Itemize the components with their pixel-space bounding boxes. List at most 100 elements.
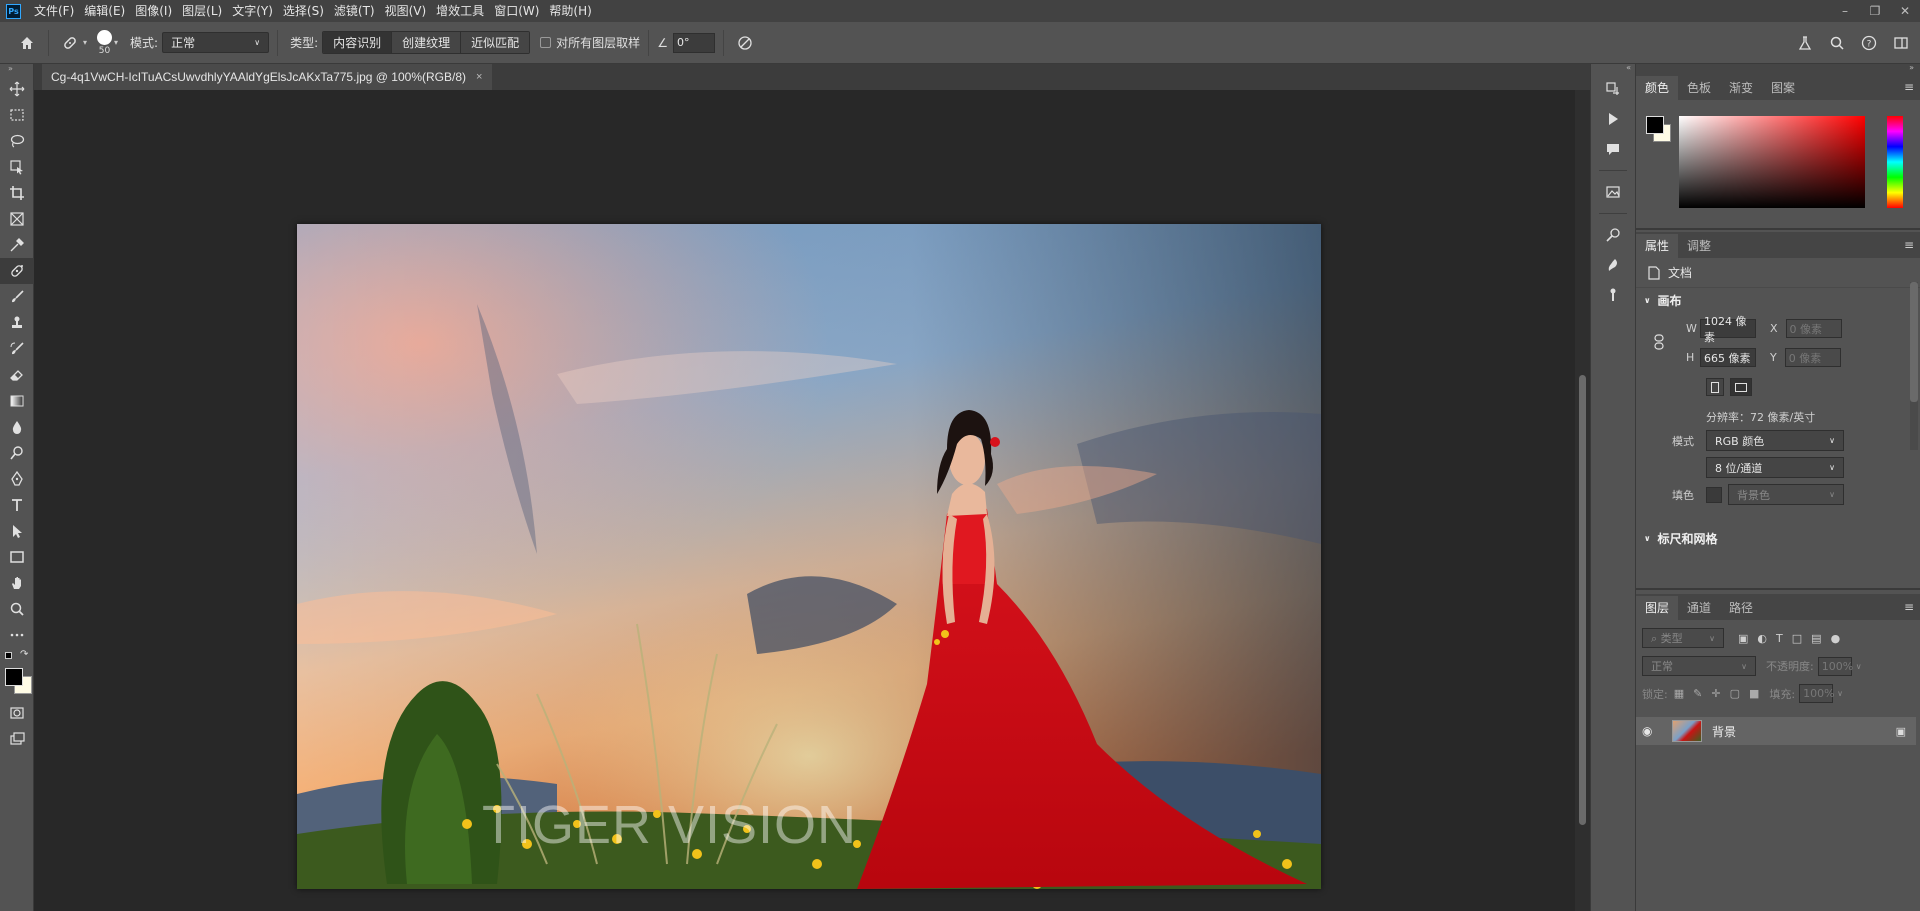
- close-tab-icon[interactable]: ×: [476, 71, 482, 83]
- panel-menu-icon[interactable]: ≡: [1904, 238, 1914, 252]
- lock-all-icon[interactable]: ■: [1749, 687, 1759, 700]
- foreground-color-swatch[interactable]: [5, 668, 23, 686]
- canvas-section-header[interactable]: ∨ 画布: [1636, 288, 1920, 312]
- menu-view[interactable]: 视图(V): [380, 0, 432, 22]
- blur-tool-icon[interactable]: [0, 414, 34, 440]
- libraries-panel-icon[interactable]: [1591, 177, 1635, 207]
- brush-dropdown-icon[interactable]: ▾: [114, 38, 118, 47]
- type-tool-icon[interactable]: [0, 492, 34, 518]
- lock-transparent-icon[interactable]: ▦: [1674, 687, 1684, 700]
- brush-size-picker[interactable]: 50: [97, 29, 113, 56]
- collapse-panels-icon[interactable]: »: [1636, 64, 1920, 74]
- panel-menu-icon[interactable]: ≡: [1904, 80, 1914, 94]
- eraser-tool-icon[interactable]: [0, 362, 34, 388]
- quick-mask-icon[interactable]: [0, 700, 34, 726]
- pressure-size-icon[interactable]: [732, 30, 758, 56]
- clone-stamp-tool-icon[interactable]: [0, 310, 34, 336]
- document-tab[interactable]: Cg-4q1VwCH-IcITuACsUwvdhlyYAAldYgElsJcAK…: [42, 64, 493, 90]
- menu-file[interactable]: 文件(F): [29, 0, 79, 22]
- comments-panel-icon[interactable]: [1591, 134, 1635, 164]
- shape-layer-filter-icon[interactable]: □: [1792, 632, 1802, 645]
- menu-plugins[interactable]: 增效工具: [431, 0, 489, 22]
- scrollbar-thumb[interactable]: [1579, 375, 1586, 825]
- hand-tool-icon[interactable]: [0, 570, 34, 596]
- screen-mode-icon[interactable]: [0, 726, 34, 752]
- actions-panel-icon[interactable]: [1591, 104, 1635, 134]
- more-tools-icon[interactable]: [0, 622, 34, 648]
- document-image[interactable]: TIGER VISION: [297, 224, 1321, 889]
- rectangle-tool-icon[interactable]: [0, 544, 34, 570]
- angle-input[interactable]: 0°: [672, 32, 715, 53]
- type-create-texture-button[interactable]: 创建纹理: [392, 32, 462, 53]
- history-brush-tool-icon[interactable]: [0, 336, 34, 362]
- expand-panels-icon[interactable]: «: [1591, 64, 1635, 74]
- canvas-vertical-scrollbar[interactable]: [1575, 90, 1590, 911]
- fill-select[interactable]: 背景色 ∨: [1728, 484, 1844, 505]
- pixel-layer-filter-icon[interactable]: ▣: [1738, 632, 1748, 645]
- link-dimensions-icon[interactable]: [1654, 334, 1664, 350]
- color-mode-select[interactable]: RGB 颜色 ∨: [1706, 430, 1844, 451]
- tab-gradients[interactable]: 渐变: [1720, 76, 1762, 100]
- lock-artboard-icon[interactable]: ▢: [1730, 687, 1740, 700]
- y-input[interactable]: 0 像素: [1784, 348, 1841, 367]
- lasso-tool-icon[interactable]: [0, 128, 34, 154]
- brushes-panel-icon[interactable]: [1591, 250, 1635, 280]
- layer-row[interactable]: ◉ 背景 ▣: [1636, 717, 1916, 745]
- restore-icon[interactable]: ❐: [1860, 0, 1890, 22]
- height-input[interactable]: 665 像素: [1700, 348, 1756, 367]
- gradient-tool-icon[interactable]: [0, 388, 34, 414]
- tab-channels[interactable]: 通道: [1678, 596, 1720, 620]
- flask-icon[interactable]: [1792, 30, 1818, 56]
- zoom-tool-icon[interactable]: [0, 596, 34, 622]
- landscape-orientation-icon[interactable]: [1730, 378, 1752, 396]
- menu-filter[interactable]: 滤镜(T): [329, 0, 380, 22]
- dodge-tool-icon[interactable]: [0, 440, 34, 466]
- lock-position-icon[interactable]: ✛: [1711, 687, 1720, 700]
- width-input[interactable]: 1024 像素: [1700, 315, 1756, 344]
- menu-edit[interactable]: 编辑(E): [79, 0, 130, 22]
- search-icon[interactable]: [1824, 30, 1850, 56]
- menu-type[interactable]: 文字(Y): [227, 0, 278, 22]
- bit-depth-select[interactable]: 8 位/通道 ∨: [1706, 457, 1844, 478]
- brush-tool-icon[interactable]: [0, 284, 34, 310]
- chevron-down-icon[interactable]: ∨: [1856, 662, 1862, 671]
- color-picker-field[interactable]: [1679, 116, 1865, 208]
- tab-color[interactable]: 颜色: [1636, 76, 1679, 100]
- layer-filter-select[interactable]: ⌕ 类型 ∨: [1642, 628, 1724, 648]
- sample-all-layers-checkbox[interactable]: [540, 37, 552, 48]
- fill-opacity-input[interactable]: 100%: [1799, 684, 1835, 703]
- brush-settings-panel-icon[interactable]: [1591, 220, 1635, 250]
- spot-healing-brush-tool-icon[interactable]: [0, 258, 34, 284]
- filter-toggle-icon[interactable]: ●: [1831, 632, 1841, 645]
- tab-properties[interactable]: 属性: [1636, 234, 1679, 258]
- blend-mode-select[interactable]: 正常 ∨: [1642, 656, 1756, 676]
- adjustment-layer-filter-icon[interactable]: ◐: [1757, 632, 1767, 645]
- hue-slider[interactable]: [1887, 116, 1903, 208]
- tab-adjustments[interactable]: 调整: [1678, 234, 1720, 258]
- type-layer-filter-icon[interactable]: T: [1776, 632, 1783, 645]
- scrollbar-thumb[interactable]: [1910, 282, 1918, 402]
- swap-colors-icon[interactable]: ↷: [20, 649, 28, 660]
- move-tool-icon[interactable]: [0, 76, 34, 102]
- lock-image-icon[interactable]: ✎: [1693, 687, 1702, 700]
- tab-swatches[interactable]: 色板: [1678, 76, 1720, 100]
- x-input[interactable]: 0 像素: [1785, 319, 1842, 338]
- marquee-tool-icon[interactable]: [0, 102, 34, 128]
- portrait-orientation-icon[interactable]: [1706, 378, 1724, 396]
- panel-foreground-color-swatch[interactable]: [1646, 116, 1664, 134]
- clone-source-panel-icon[interactable]: [1591, 280, 1635, 310]
- type-proximity-match-button[interactable]: 近似匹配: [461, 32, 530, 53]
- tab-layers[interactable]: 图层: [1636, 596, 1679, 620]
- smart-object-filter-icon[interactable]: ▤: [1811, 632, 1821, 645]
- collapse-toolbar-icon[interactable]: »: [0, 64, 33, 76]
- menu-window[interactable]: 窗口(W): [489, 0, 544, 22]
- opacity-input[interactable]: 100%: [1817, 656, 1853, 676]
- menu-help[interactable]: 帮助(H): [544, 0, 596, 22]
- sample-all-layers-option[interactable]: 对所有图层取样: [540, 34, 640, 51]
- crop-tool-icon[interactable]: [0, 180, 34, 206]
- minimize-icon[interactable]: –: [1830, 0, 1860, 22]
- panel-menu-icon[interactable]: ≡: [1904, 600, 1914, 614]
- object-selection-tool-icon[interactable]: [0, 154, 34, 180]
- path-selection-tool-icon[interactable]: [0, 518, 34, 544]
- close-window-icon[interactable]: ✕: [1890, 0, 1920, 22]
